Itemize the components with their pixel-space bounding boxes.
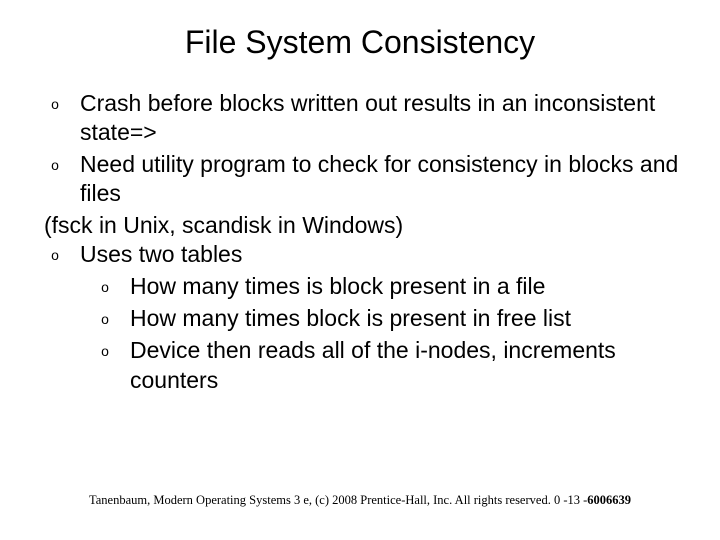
- list-item: o Device then reads all of the i-nodes, …: [30, 336, 690, 395]
- bullet-icon: o: [30, 150, 80, 180]
- list-item-text: How many times is block present in a fil…: [130, 272, 690, 301]
- bullet-icon: o: [80, 304, 130, 334]
- list-item-text: Need utility program to check for consis…: [80, 150, 690, 209]
- slide: File System Consistency o Crash before b…: [0, 0, 720, 540]
- content-body: o Crash before blocks written out result…: [30, 89, 690, 395]
- list-item-text: How many times block is present in free …: [130, 304, 690, 333]
- list-item: o Crash before blocks written out result…: [30, 89, 690, 148]
- footer-isbn: 6006639: [587, 493, 631, 507]
- paragraph: (fsck in Unix, scandisk in Windows): [30, 211, 690, 240]
- list-item: o How many times block is present in fre…: [30, 304, 690, 334]
- list-item-text: Uses two tables: [80, 240, 690, 269]
- bullet-icon: o: [30, 89, 80, 119]
- footer-citation: Tanenbaum, Modern Operating Systems 3 e,…: [0, 493, 720, 508]
- footer-text: Tanenbaum, Modern Operating Systems 3 e,…: [89, 493, 587, 507]
- list-item-text: Device then reads all of the i-nodes, in…: [130, 336, 690, 395]
- list-item: o Uses two tables: [30, 240, 690, 270]
- bullet-icon: o: [80, 336, 130, 366]
- bullet-icon: o: [80, 272, 130, 302]
- bullet-icon: o: [30, 240, 80, 270]
- list-item-text: Crash before blocks written out results …: [80, 89, 690, 148]
- page-title: File System Consistency: [30, 24, 690, 61]
- list-item: o Need utility program to check for cons…: [30, 150, 690, 209]
- list-item: o How many times is block present in a f…: [30, 272, 690, 302]
